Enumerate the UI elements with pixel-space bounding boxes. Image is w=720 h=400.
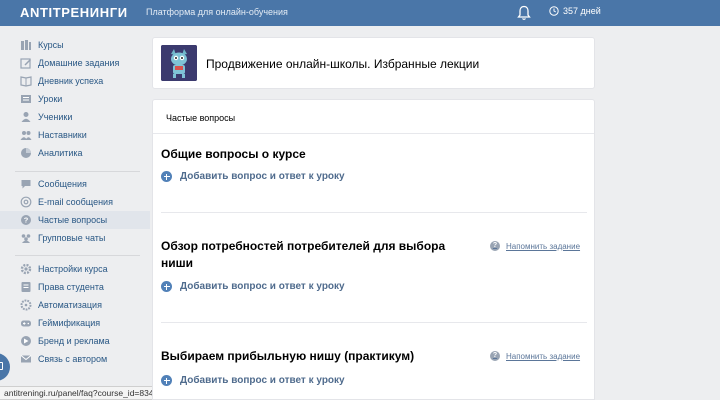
faq-section-title: Обзор потребностей потребителей для выбо… [161,239,446,270]
sidebar-item-label: Групповые чаты [38,233,106,243]
sidebar-item-label: Домашние задания [38,58,120,68]
sidebar-divider [15,255,140,256]
add-question-button[interactable]: Добавить вопрос и ответ к уроку [161,375,345,386]
question-icon: ? [20,214,32,226]
sidebar-item-automation[interactable]: Автоматизация [0,296,150,314]
mail-icon [20,353,32,365]
sidebar-item-label: Курсы [38,40,64,50]
sidebar-item-label: Уроки [38,94,63,104]
faq-section: Обзор потребностей потребителей для выбо… [161,238,587,292]
sidebar-item-label: Сообщения [38,179,87,189]
plus-icon [161,375,172,386]
sidebar-item-label: Автоматизация [38,300,102,310]
sidebar-item-brand[interactable]: Бренд и реклама [0,332,150,350]
sidebar-item-label: Частые вопросы [38,215,108,225]
faq-section: Общие вопросы о курсе Добавить вопрос и … [161,146,587,182]
at-icon [20,196,32,208]
nav-group-settings: Настройки курса Права студента Автоматиз… [0,260,150,368]
sidebar-item-label: Связь с автором [38,354,108,364]
game-icon [20,317,32,329]
faq-divider [161,212,587,213]
brand-icon [20,335,32,347]
sidebar-item-contact-author[interactable]: Связь с автором [0,350,150,368]
pie-chart-icon [20,147,32,159]
sidebar-item-student-rights[interactable]: Права студента [0,278,150,296]
sidebar-item-gamification[interactable]: Геймификация [0,314,150,332]
sidebar: Курсы Домашние задания Дневник успеха Ур… [0,26,150,400]
gear-wheel-icon [20,299,32,311]
add-question-label: Добавить вопрос и ответ к уроку [180,375,345,386]
faq-section-title: Общие вопросы о курсе [161,147,306,161]
remind-task-label: Напомнить задание [506,241,581,251]
faq-section: Выбираем прибыльную нишу (практикум) ? Н… [161,348,587,386]
remind-task-link[interactable]: ? Напомнить задание [490,351,580,361]
faq-card: Частые вопросы Общие вопросы о курсе Доб… [152,99,595,400]
course-avatar[interactable] [161,45,197,81]
sidebar-divider [15,171,140,172]
add-question-button[interactable]: Добавить вопрос и ответ к уроку [161,171,345,182]
sidebar-item-label: Настройки курса [38,264,108,274]
sidebar-item-label: Дневник успеха [38,76,104,86]
sidebar-item-email-messages[interactable]: E-mail сообщения [0,193,150,211]
books-icon [20,39,32,51]
book-icon [20,75,32,87]
sidebar-item-homework[interactable]: Домашние задания [0,54,150,72]
faq-divider [161,322,587,323]
clock-icon [549,6,559,16]
sidebar-item-courses[interactable]: Курсы [0,36,150,54]
chat-icon [20,178,32,190]
sidebar-item-course-settings[interactable]: Настройки курса [0,260,150,278]
add-question-label: Добавить вопрос и ответ к уроку [180,281,345,292]
sidebar-item-success-diary[interactable]: Дневник успеха [0,72,150,90]
users-icon [20,129,32,141]
layers-icon [20,93,32,105]
sidebar-item-label: Геймификация [38,318,101,328]
bell-icon[interactable] [517,5,531,21]
pencil-icon [20,57,32,69]
plus-icon [161,171,172,182]
nav-group-communication: Сообщения E-mail сообщения ? Частые вопр… [0,175,150,247]
sidebar-item-mentors[interactable]: Наставники [0,126,150,144]
sidebar-item-label: Наставники [38,130,87,140]
sidebar-item-students[interactable]: Ученики [0,108,150,126]
remind-task-label: Напомнить задание [506,351,581,361]
sidebar-item-label: E-mail сообщения [38,197,113,207]
user-icon [20,111,32,123]
question-icon: ? [490,351,500,361]
sidebar-item-analytics[interactable]: Аналитика [0,144,150,162]
top-bar: ANTITРЕНИНГИ Платформа для онлайн-обучен… [0,0,720,26]
sidebar-item-faq[interactable]: ? Частые вопросы [0,211,150,229]
sidebar-item-label: Права студента [38,282,104,292]
copy-icon [0,362,3,370]
rights-icon [20,281,32,293]
plus-icon [161,281,172,292]
sidebar-item-label: Аналитика [38,148,83,158]
tagline: Платформа для онлайн-обучения [146,7,288,17]
remind-task-link[interactable]: ? Напомнить задание [490,241,580,251]
status-bar-url: antitreningi.ru/panel/faq?course_id=8349… [0,386,169,400]
add-question-label: Добавить вопрос и ответ к уроку [180,171,345,182]
course-title: Продвижение онлайн-школы. Избранные лекц… [206,57,480,71]
logo[interactable]: ANTITРЕНИНГИ [20,5,128,20]
days-remaining-label: 357 дней [563,6,601,16]
nav-group-main: Курсы Домашние задания Дневник успеха Ур… [0,36,150,162]
course-header-card: Продвижение онлайн-школы. Избранные лекц… [152,37,595,89]
sidebar-item-group-chats[interactable]: Групповые чаты [0,229,150,247]
svg-text:?: ? [24,216,29,225]
sidebar-item-label: Ученики [38,112,73,122]
gear-icon [20,263,32,275]
sidebar-item-label: Бренд и реклама [38,336,110,346]
question-icon: ? [490,241,500,251]
faq-section-title: Выбираем прибыльную нишу (практикум) [161,349,415,363]
sidebar-item-lessons[interactable]: Уроки [0,90,150,108]
sidebar-item-messages[interactable]: Сообщения [0,175,150,193]
add-question-button[interactable]: Добавить вопрос и ответ к уроку [161,281,345,292]
days-remaining: 357 дней [549,6,601,16]
group-chat-icon [20,232,32,244]
faq-card-header: Частые вопросы [153,100,594,134]
